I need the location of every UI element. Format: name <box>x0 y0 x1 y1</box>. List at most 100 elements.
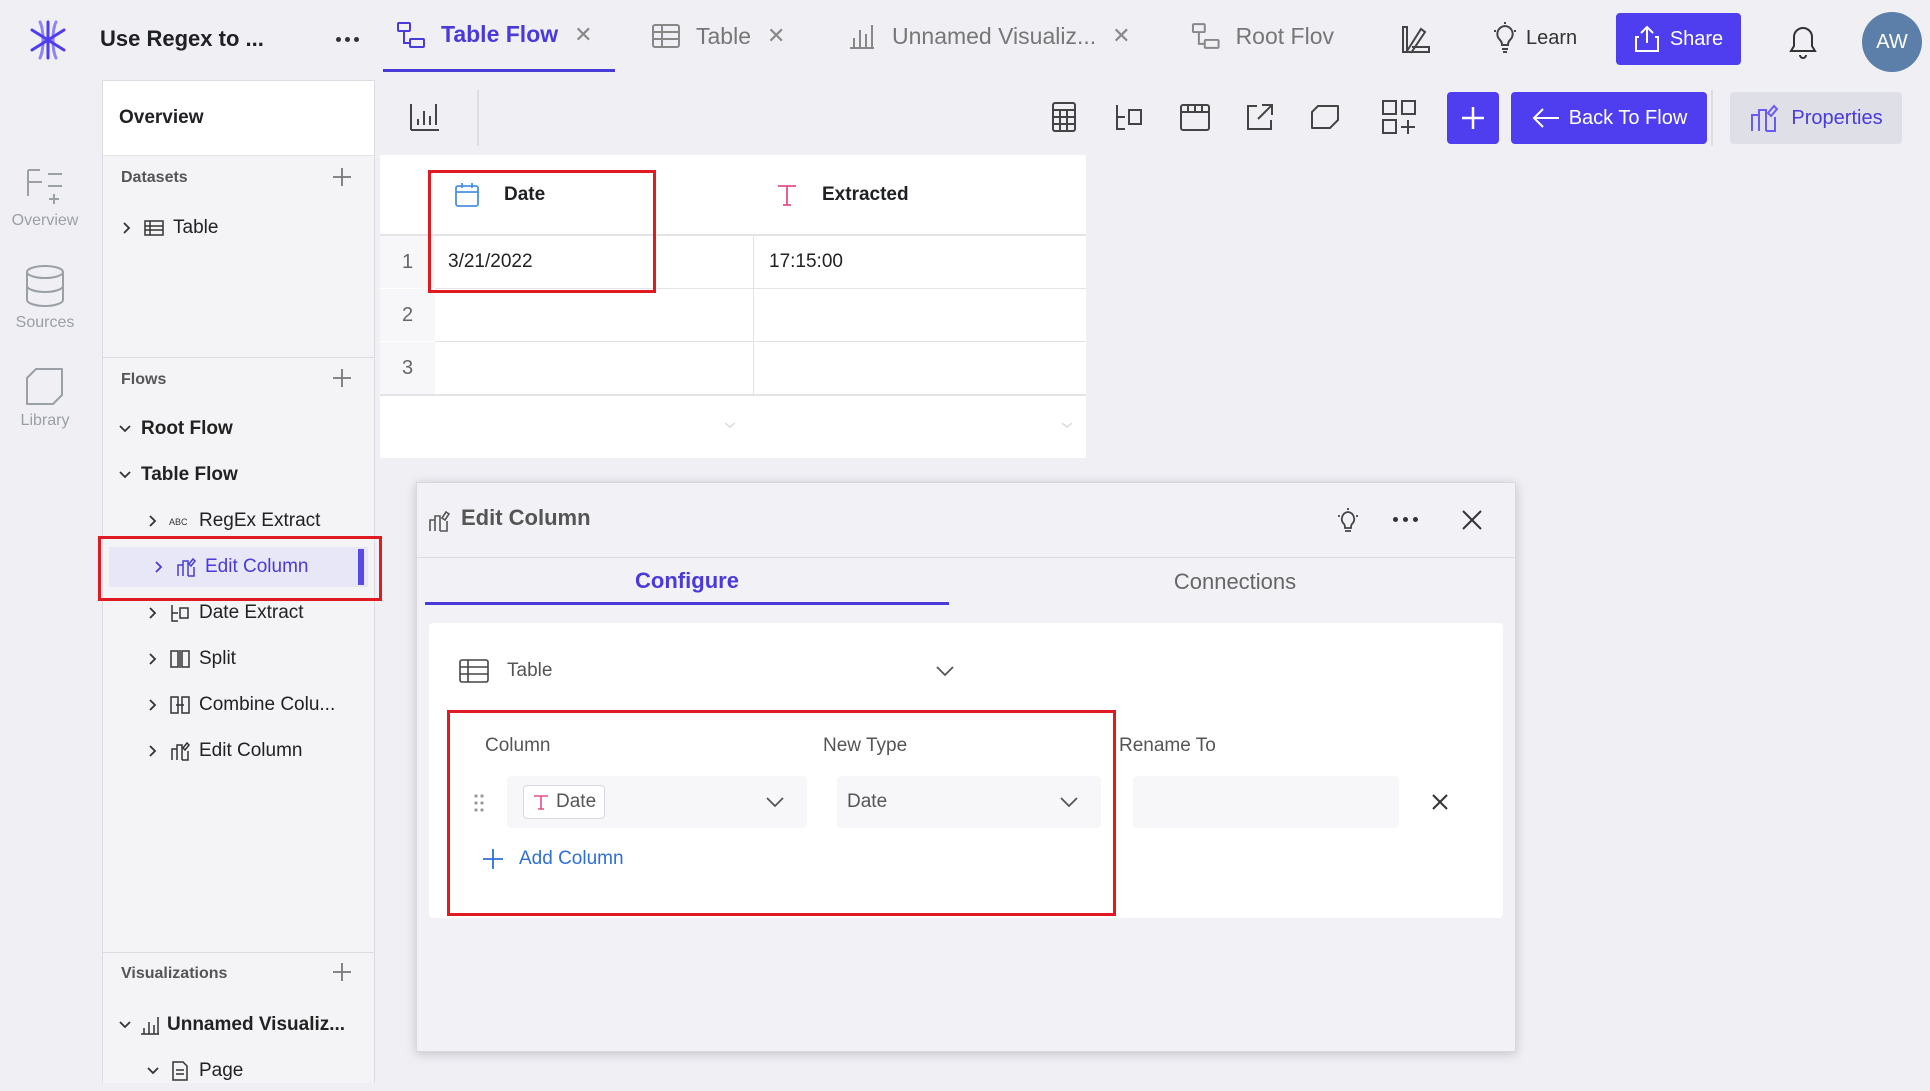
chevron-right-icon[interactable] <box>119 220 135 236</box>
rail-library[interactable]: Library <box>0 366 90 430</box>
sidebar-item-label: Page <box>199 1060 244 1081</box>
avatar[interactable]: AW <box>1862 12 1922 72</box>
rail-overview[interactable]: Overview <box>0 166 90 230</box>
theme-palette-icon[interactable] <box>1398 22 1432 56</box>
chevron-down-icon[interactable] <box>117 467 133 483</box>
plus-icon <box>1462 107 1484 129</box>
chevron-down-icon[interactable] <box>117 1017 133 1033</box>
divider <box>103 952 374 953</box>
flow-step-combine-columns[interactable]: Combine Colu... <box>103 685 374 725</box>
rail-sources[interactable]: Sources <box>0 264 90 332</box>
lightbulb-icon[interactable] <box>1335 507 1361 535</box>
tab-unnamed-visualization[interactable]: Unnamed Visualiz... ✕ <box>846 0 1131 72</box>
edit-column-icon <box>429 510 451 532</box>
column-header-label: Extracted <box>822 184 909 205</box>
export-icon[interactable] <box>1243 100 1277 134</box>
sidebar-item-table-flow[interactable]: Table Flow <box>103 455 374 495</box>
shape-icon[interactable] <box>1308 100 1342 134</box>
abc-icon: ABC <box>169 517 188 527</box>
sidebar-item-page[interactable]: Page <box>103 1051 374 1091</box>
tab-label: Configure <box>635 567 739 593</box>
rail-overview-label: Overview <box>11 212 79 229</box>
tab-configure[interactable]: Configure <box>425 559 949 605</box>
tab-root-flow[interactable]: Root Flov <box>1190 0 1334 72</box>
document-more-icon[interactable] <box>330 24 364 54</box>
tab-table[interactable]: Table ✕ <box>650 0 785 72</box>
share-button[interactable]: Share <box>1616 13 1741 65</box>
notification-bell-icon[interactable] <box>1786 24 1820 60</box>
sidebar-item-table[interactable]: Table <box>103 208 374 248</box>
table-icon <box>459 659 489 683</box>
flow-step-edit-column[interactable]: Edit Column <box>103 731 374 771</box>
divider <box>417 557 1515 558</box>
rail-sources-label: Sources <box>15 314 75 331</box>
row-number: 3 <box>380 342 435 394</box>
app-logo-icon[interactable] <box>26 18 70 62</box>
chevron-down-icon[interactable] <box>145 1063 161 1079</box>
tab-label: Root Flov <box>1235 22 1334 49</box>
tab-table-flow[interactable]: Table Flow ✕ <box>383 0 615 72</box>
column-resize-caret-icon[interactable] <box>1060 420 1074 430</box>
properties-button[interactable]: Properties <box>1730 92 1902 144</box>
rename-to-input[interactable] <box>1133 776 1399 828</box>
add-step-button[interactable] <box>1447 92 1499 144</box>
calendar-window-icon[interactable] <box>1178 100 1212 134</box>
sidebar-item-label: Edit Column <box>199 740 303 761</box>
chevron-right-icon[interactable] <box>145 513 161 529</box>
chevron-right-icon[interactable] <box>145 651 161 667</box>
column-header-extracted[interactable]: Extracted <box>774 155 909 235</box>
document-title[interactable]: Use Regex to ... <box>100 26 264 52</box>
add-visualization-icon[interactable] <box>331 961 353 983</box>
rail-library-label: Library <box>20 412 70 429</box>
text-type-icon <box>778 185 796 206</box>
source-table-select[interactable]: Table <box>459 651 955 691</box>
top-bar: Use Regex to ... Table Flow ✕ Table ✕ Un… <box>0 0 1930 80</box>
add-dataset-icon[interactable] <box>331 166 353 188</box>
add-flow-icon[interactable] <box>331 367 353 389</box>
toolbar-divider <box>1711 90 1713 146</box>
tab-connections[interactable]: Connections <box>973 559 1497 605</box>
datasets-heading: Datasets <box>121 169 188 186</box>
sidebar-item-root-flow[interactable]: Root Flow <box>103 409 374 449</box>
highlight-box <box>98 536 382 601</box>
close-icon[interactable]: ✕ <box>1112 23 1130 49</box>
highlight-box <box>447 710 1116 916</box>
grid-cell[interactable]: 17:15:00 <box>769 236 843 288</box>
back-to-flow-button[interactable]: Back To Flow <box>1511 92 1707 144</box>
flow-icon <box>1191 23 1220 49</box>
source-table-label: Table <box>507 660 553 681</box>
flow-step-regex-extract[interactable]: ABC RegEx Extract <box>103 501 374 541</box>
visualize-chart-icon[interactable] <box>408 99 442 133</box>
toolbar: Back To Flow Properties <box>376 80 1930 155</box>
learn-button[interactable]: Learn <box>1492 22 1577 54</box>
share-icon <box>1634 25 1659 52</box>
highlight-box <box>428 170 656 293</box>
more-options-icon[interactable] <box>1393 517 1418 522</box>
share-label: Share <box>1669 27 1724 50</box>
chevron-right-icon[interactable] <box>145 697 161 713</box>
learn-label: Learn <box>1526 26 1578 49</box>
sidebar-item-label: Split <box>199 648 236 669</box>
calculator-icon[interactable] <box>1047 100 1081 134</box>
grid-line <box>753 236 754 394</box>
properties-icon <box>1751 104 1779 132</box>
sidebar-item-label: Root Flow <box>141 418 233 439</box>
close-icon[interactable] <box>1459 507 1485 533</box>
dialog-title: Edit Column <box>461 505 591 530</box>
chevron-right-icon[interactable] <box>145 605 161 621</box>
chevron-right-icon[interactable] <box>145 743 161 759</box>
divider <box>103 357 374 358</box>
add-widget-icon[interactable] <box>1380 98 1418 136</box>
tab-label: Connections <box>1173 569 1297 594</box>
sidebar-item-label: Date Extract <box>199 602 304 623</box>
sidebar-item-unnamed-visualization[interactable]: Unnamed Visualiz... <box>103 1005 374 1045</box>
close-icon[interactable]: ✕ <box>574 22 592 48</box>
flow-step-split[interactable]: Split <box>103 639 374 679</box>
column-resize-caret-icon[interactable] <box>723 420 737 430</box>
close-icon[interactable]: ✕ <box>767 23 785 49</box>
remove-row-icon[interactable] <box>1429 791 1451 813</box>
chevron-down-icon[interactable] <box>117 421 133 437</box>
tab-label: Unnamed Visualiz... <box>892 22 1097 49</box>
chevron-down-icon[interactable] <box>935 664 955 678</box>
date-extract-icon[interactable] <box>1112 100 1146 134</box>
